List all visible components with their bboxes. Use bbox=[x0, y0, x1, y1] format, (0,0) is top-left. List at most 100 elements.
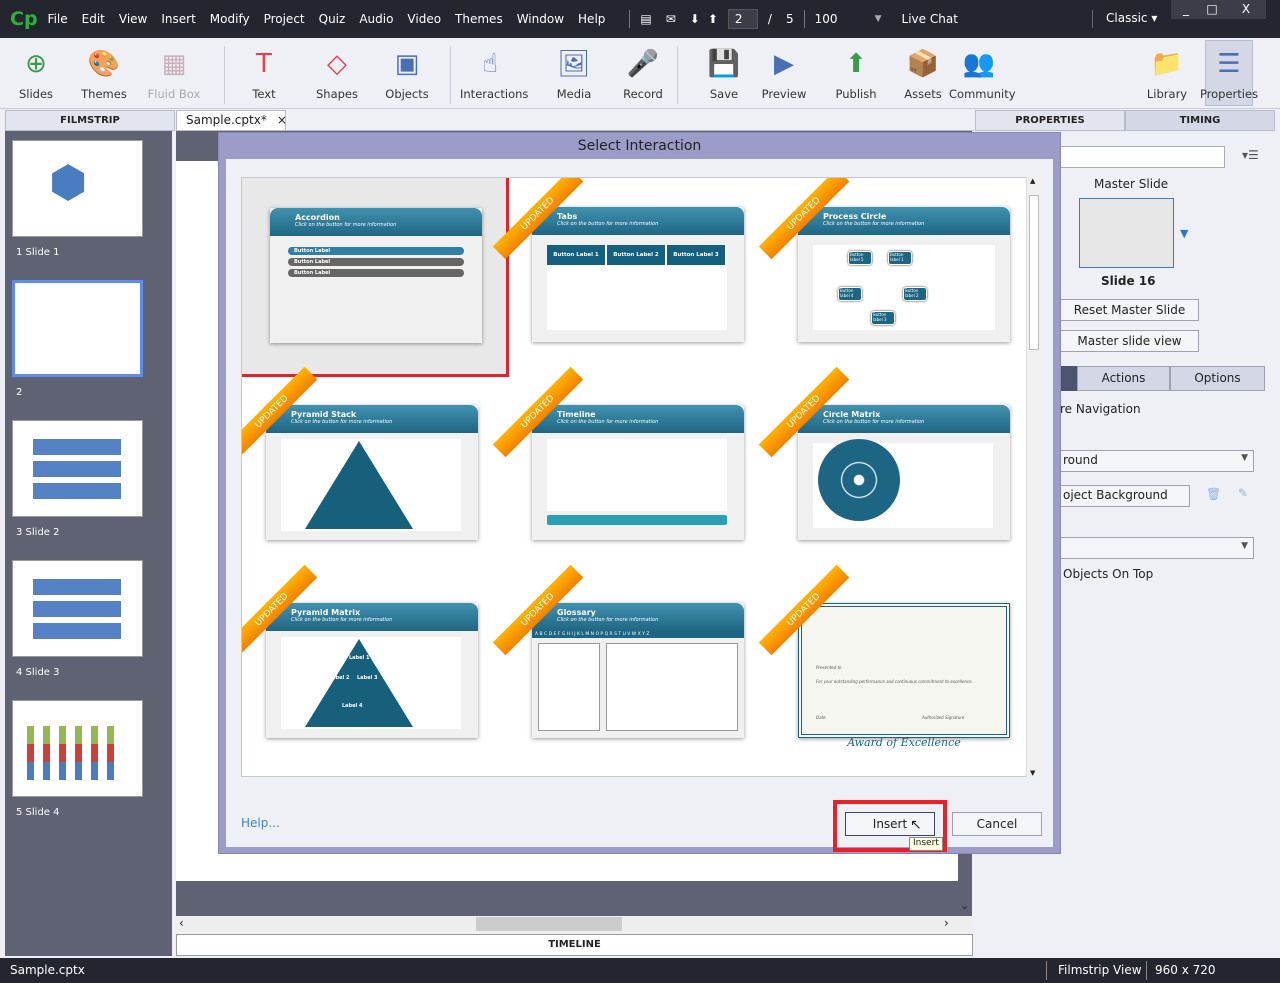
background-select[interactable]: round ▼ bbox=[1060, 450, 1254, 472]
comment-icon[interactable]: ▤ bbox=[640, 12, 651, 26]
mouse-cursor-icon: ↖ bbox=[910, 817, 922, 833]
arrow-up-icon[interactable]: ⬆ bbox=[708, 12, 718, 26]
widget-subtitle: Click on the button for more information bbox=[557, 221, 659, 227]
interaction-card-glossary[interactable]: Glossary Click on the button for more inf… bbox=[492, 564, 769, 769]
workspace-select[interactable]: Classic ▾ bbox=[1106, 11, 1157, 25]
panel-menu-icon[interactable]: ▾☰ bbox=[1242, 148, 1259, 162]
record-button[interactable]: 🎤 Record bbox=[613, 44, 673, 101]
objects-button[interactable]: ▣ Objects bbox=[377, 44, 437, 101]
interaction-card-circle-matrix[interactable]: Circle Matrix Click on the button for mor… bbox=[758, 366, 1035, 571]
library-button[interactable]: 📁 Library bbox=[1137, 44, 1197, 101]
horizontal-scrollbar[interactable]: ‹ › bbox=[176, 916, 972, 932]
zoom-select[interactable]: 100 bbox=[815, 12, 875, 26]
status-view: Filmstrip View bbox=[1058, 963, 1142, 977]
menu-view[interactable]: View bbox=[119, 12, 147, 26]
menu-project[interactable]: Project bbox=[264, 12, 305, 26]
pyramid-label: Label 2 bbox=[329, 675, 350, 681]
help-link[interactable]: Help... bbox=[241, 816, 280, 830]
doc-tab[interactable]: Sample.cptx* × bbox=[176, 110, 287, 131]
interaction-card-tabs[interactable]: Tabs Click on the button for more informa… bbox=[492, 178, 769, 373]
dropdown-select[interactable]: ▼ bbox=[1060, 537, 1254, 559]
accordion-button: Button Label bbox=[288, 269, 464, 277]
close-button[interactable]: X bbox=[1226, 0, 1266, 19]
filmstrip-slide-label: 5 Slide 4 bbox=[16, 807, 60, 818]
filmstrip-slide[interactable]: ⬢ bbox=[12, 140, 143, 237]
interaction-card-pyramid-stack[interactable]: Pyramid Stack Click on the button for mor… bbox=[242, 366, 503, 571]
publish-icon: ⬆ bbox=[845, 49, 867, 79]
object-background-field[interactable]: oject Background bbox=[1060, 485, 1190, 507]
menu-audio[interactable]: Audio bbox=[359, 12, 393, 26]
page-number-input[interactable]: 2 bbox=[727, 9, 758, 29]
properties-button[interactable]: ☰ Properties bbox=[1199, 44, 1259, 101]
widget-preview: Process Circle Click on the button for mo… bbox=[798, 207, 1010, 342]
interaction-card-award-of-excellence[interactable]: Award of Excellence Presented to For your … bbox=[758, 564, 1035, 769]
menu-quiz[interactable]: Quiz bbox=[319, 12, 346, 26]
master-slide-thumbnail[interactable] bbox=[1079, 198, 1174, 268]
objects-icon: ▣ bbox=[394, 49, 420, 79]
interaction-card-timeline[interactable]: Timeline Click on the button for more inf… bbox=[492, 366, 769, 571]
filmstrip-slide[interactable] bbox=[12, 700, 143, 797]
timeline-bar bbox=[547, 515, 727, 525]
widget-subtitle: Click on the button for more information bbox=[823, 221, 925, 227]
text-icon: T bbox=[256, 49, 272, 79]
assets-box-icon: 📦 bbox=[906, 49, 940, 79]
widget-title: Glossary bbox=[557, 608, 596, 617]
menu-insert[interactable]: Insert bbox=[161, 12, 195, 26]
interactions-button[interactable]: ☝ Interactions bbox=[460, 44, 528, 101]
assets-button[interactable]: 📦 Assets bbox=[893, 44, 953, 101]
timeline-header[interactable]: TIMELINE bbox=[176, 934, 973, 956]
pencil-icon[interactable]: ✎ bbox=[1238, 486, 1248, 500]
widget-title: Timeline bbox=[557, 410, 596, 419]
play-icon: ▶ bbox=[774, 49, 794, 79]
arrow-down-icon[interactable]: ⬇ bbox=[690, 12, 700, 26]
widget-preview: Pyramid Stack Click on the button for mor… bbox=[266, 405, 478, 540]
filmstrip-slide-label: 1 Slide 1 bbox=[16, 247, 60, 258]
master-slide-dropdown-icon[interactable]: ▼ bbox=[1180, 227, 1188, 240]
vertical-scrollbar[interactable]: ▲ ▼ bbox=[1026, 177, 1041, 777]
themes-button[interactable]: 🎨 Themes bbox=[74, 44, 134, 101]
fluid-box-icon: ▦ bbox=[161, 49, 187, 79]
community-button[interactable]: 👥 Community bbox=[949, 44, 1016, 101]
menu-modify[interactable]: Modify bbox=[210, 12, 250, 26]
menu-window[interactable]: Window bbox=[517, 12, 564, 26]
interaction-card-process-circle[interactable]: Process Circle Click on the button for mo… bbox=[758, 178, 1035, 373]
save-button[interactable]: 💾 Save bbox=[694, 44, 754, 101]
menu-video[interactable]: Video bbox=[407, 12, 441, 26]
reset-master-slide-button[interactable]: Reset Master Slide bbox=[1060, 299, 1199, 321]
preview-button[interactable]: ▶ Preview bbox=[754, 44, 814, 101]
menu-edit[interactable]: Edit bbox=[82, 12, 105, 26]
media-button[interactable]: 🖼 Media bbox=[544, 44, 604, 101]
slide-name-input[interactable] bbox=[1060, 146, 1225, 168]
menu-help[interactable]: Help bbox=[578, 12, 605, 26]
slides-button[interactable]: ⊕ Slides bbox=[6, 44, 66, 101]
filmstrip-slide[interactable] bbox=[12, 560, 143, 657]
publish-button[interactable]: ⬆ Publish bbox=[826, 44, 886, 101]
widget-subtitle: Click on the button for more information bbox=[295, 222, 397, 228]
mail-icon[interactable]: ✉ bbox=[666, 12, 676, 26]
menu-file[interactable]: File bbox=[48, 12, 68, 26]
select-interaction-dialog: Select Interaction Accordion Click on the… bbox=[218, 132, 1061, 854]
shapes-button[interactable]: ◇ Shapes bbox=[307, 44, 367, 101]
cancel-button[interactable]: Cancel bbox=[952, 812, 1042, 836]
tab-timing[interactable]: TIMING bbox=[1125, 110, 1275, 131]
trash-icon[interactable]: 🗑 bbox=[1206, 487, 1221, 501]
text-button[interactable]: T Text bbox=[234, 44, 294, 101]
master-slide-view-button[interactable]: Master slide view bbox=[1060, 330, 1199, 352]
interaction-card-accordion[interactable]: Accordion Click on the button for more in… bbox=[242, 178, 509, 377]
tab-options[interactable]: Options bbox=[1170, 366, 1265, 391]
menu-themes[interactable]: Themes bbox=[455, 12, 503, 26]
tab-properties[interactable]: PROPERTIES bbox=[975, 110, 1125, 131]
chevron-down-icon[interactable]: ▼ bbox=[875, 14, 882, 24]
toolbar: ⊕ Slides 🎨 Themes ▦ Fluid Box T Text ◇ Shapes ▣ Obj… bbox=[0, 38, 1280, 109]
filmstrip-slide[interactable] bbox=[12, 280, 143, 377]
live-chat-link[interactable]: Live Chat bbox=[902, 12, 958, 26]
widget-preview: Pyramid Matrix Click on the button for mo… bbox=[266, 603, 478, 738]
interaction-grid: Accordion Click on the button for more in… bbox=[241, 177, 1041, 777]
filmstrip-slide[interactable] bbox=[12, 420, 143, 517]
page-total: 5 bbox=[785, 12, 794, 26]
maximize-button[interactable]: □ bbox=[1197, 0, 1227, 19]
palette-icon: 🎨 bbox=[87, 49, 121, 79]
tab-button: Button Label 3 bbox=[667, 245, 725, 265]
tab-actions[interactable]: Actions bbox=[1077, 366, 1170, 391]
interaction-card-pyramid-matrix[interactable]: Pyramid Matrix Click on the button for mo… bbox=[242, 564, 503, 769]
